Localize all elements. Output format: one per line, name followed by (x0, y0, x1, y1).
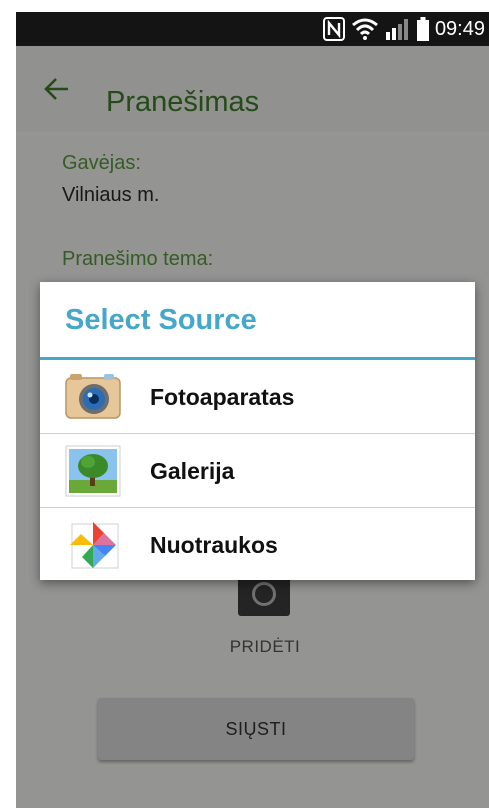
source-list: Fotoaparatas Galerija Nuotraukos (40, 360, 475, 581)
signal-icon (385, 19, 408, 40)
clock: 09:49 (434, 17, 485, 40)
status-icons: 09:49 (322, 12, 485, 46)
battery-icon (416, 17, 429, 41)
source-item-gallery[interactable]: Galerija (40, 434, 475, 508)
select-source-dialog: Select Source Fotoaparatas Galerija Nuot… (40, 282, 475, 580)
dialog-title: Select Source (65, 304, 257, 336)
gallery-app-icon (65, 445, 121, 497)
source-item-camera[interactable]: Fotoaparatas (40, 360, 475, 434)
source-label: Fotoaparatas (150, 384, 295, 410)
nfc-icon (322, 17, 345, 41)
photos-app-icon (70, 522, 119, 569)
wifi-icon (351, 18, 378, 40)
source-label: Galerija (150, 458, 235, 484)
source-label: Nuotraukos (150, 532, 278, 558)
source-item-photos[interactable]: Nuotraukos (40, 508, 475, 581)
camera-app-icon (65, 374, 121, 419)
phone-screen: 09:49 Pranešimas Gavėjas: Vilniaus m. Pr… (16, 12, 489, 808)
status-bar: 09:49 (16, 12, 489, 46)
